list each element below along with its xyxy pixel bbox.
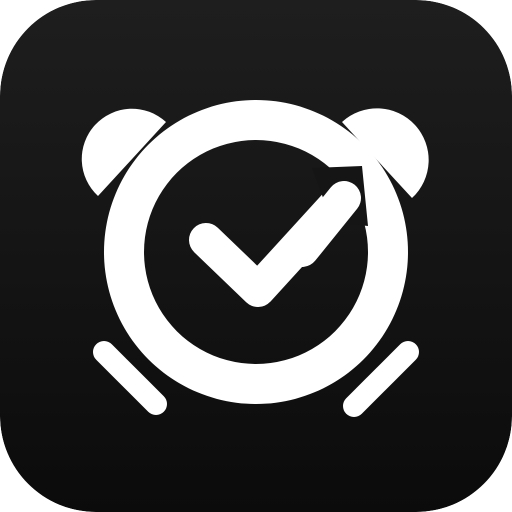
app-icon[interactable] — [0, 0, 512, 512]
icon-canvas — [0, 0, 512, 512]
icon-background — [0, 0, 512, 512]
app-icon-graphic — [0, 0, 512, 512]
